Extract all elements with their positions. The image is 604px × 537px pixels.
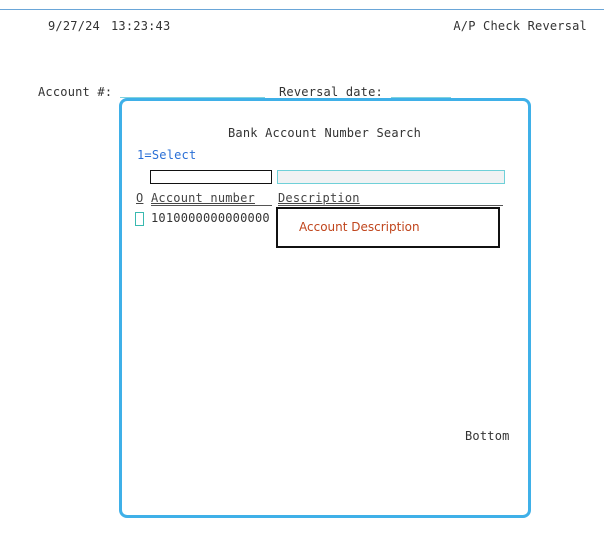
select-option-hint: 1=Select <box>137 148 197 162</box>
header-time: 13:23:43 <box>111 19 171 33</box>
tooltip-text: Account Description <box>299 220 420 234</box>
column-header-account-number: Account number <box>151 191 255 205</box>
column-header-description: Description <box>278 191 360 205</box>
account-label: Account #: <box>38 85 113 99</box>
column-header-option: O <box>136 191 144 205</box>
page-title: A/P Check Reversal <box>453 19 587 33</box>
account-search-input[interactable] <box>150 170 272 184</box>
list-bottom-indicator: Bottom <box>465 429 510 443</box>
top-divider <box>0 9 604 10</box>
header-date: 9/27/24 <box>48 19 100 33</box>
account-header-underline <box>151 205 272 206</box>
row-select-checkbox[interactable] <box>135 212 144 226</box>
table-row-account[interactable]: 1010000000000000 <box>151 211 270 225</box>
description-search-input[interactable] <box>277 170 505 184</box>
description-header-underline <box>278 205 503 206</box>
description-tooltip: Account Description <box>276 207 500 248</box>
dialog-title: Bank Account Number Search <box>228 126 422 140</box>
reversal-date-label: Reversal date: <box>279 85 383 99</box>
